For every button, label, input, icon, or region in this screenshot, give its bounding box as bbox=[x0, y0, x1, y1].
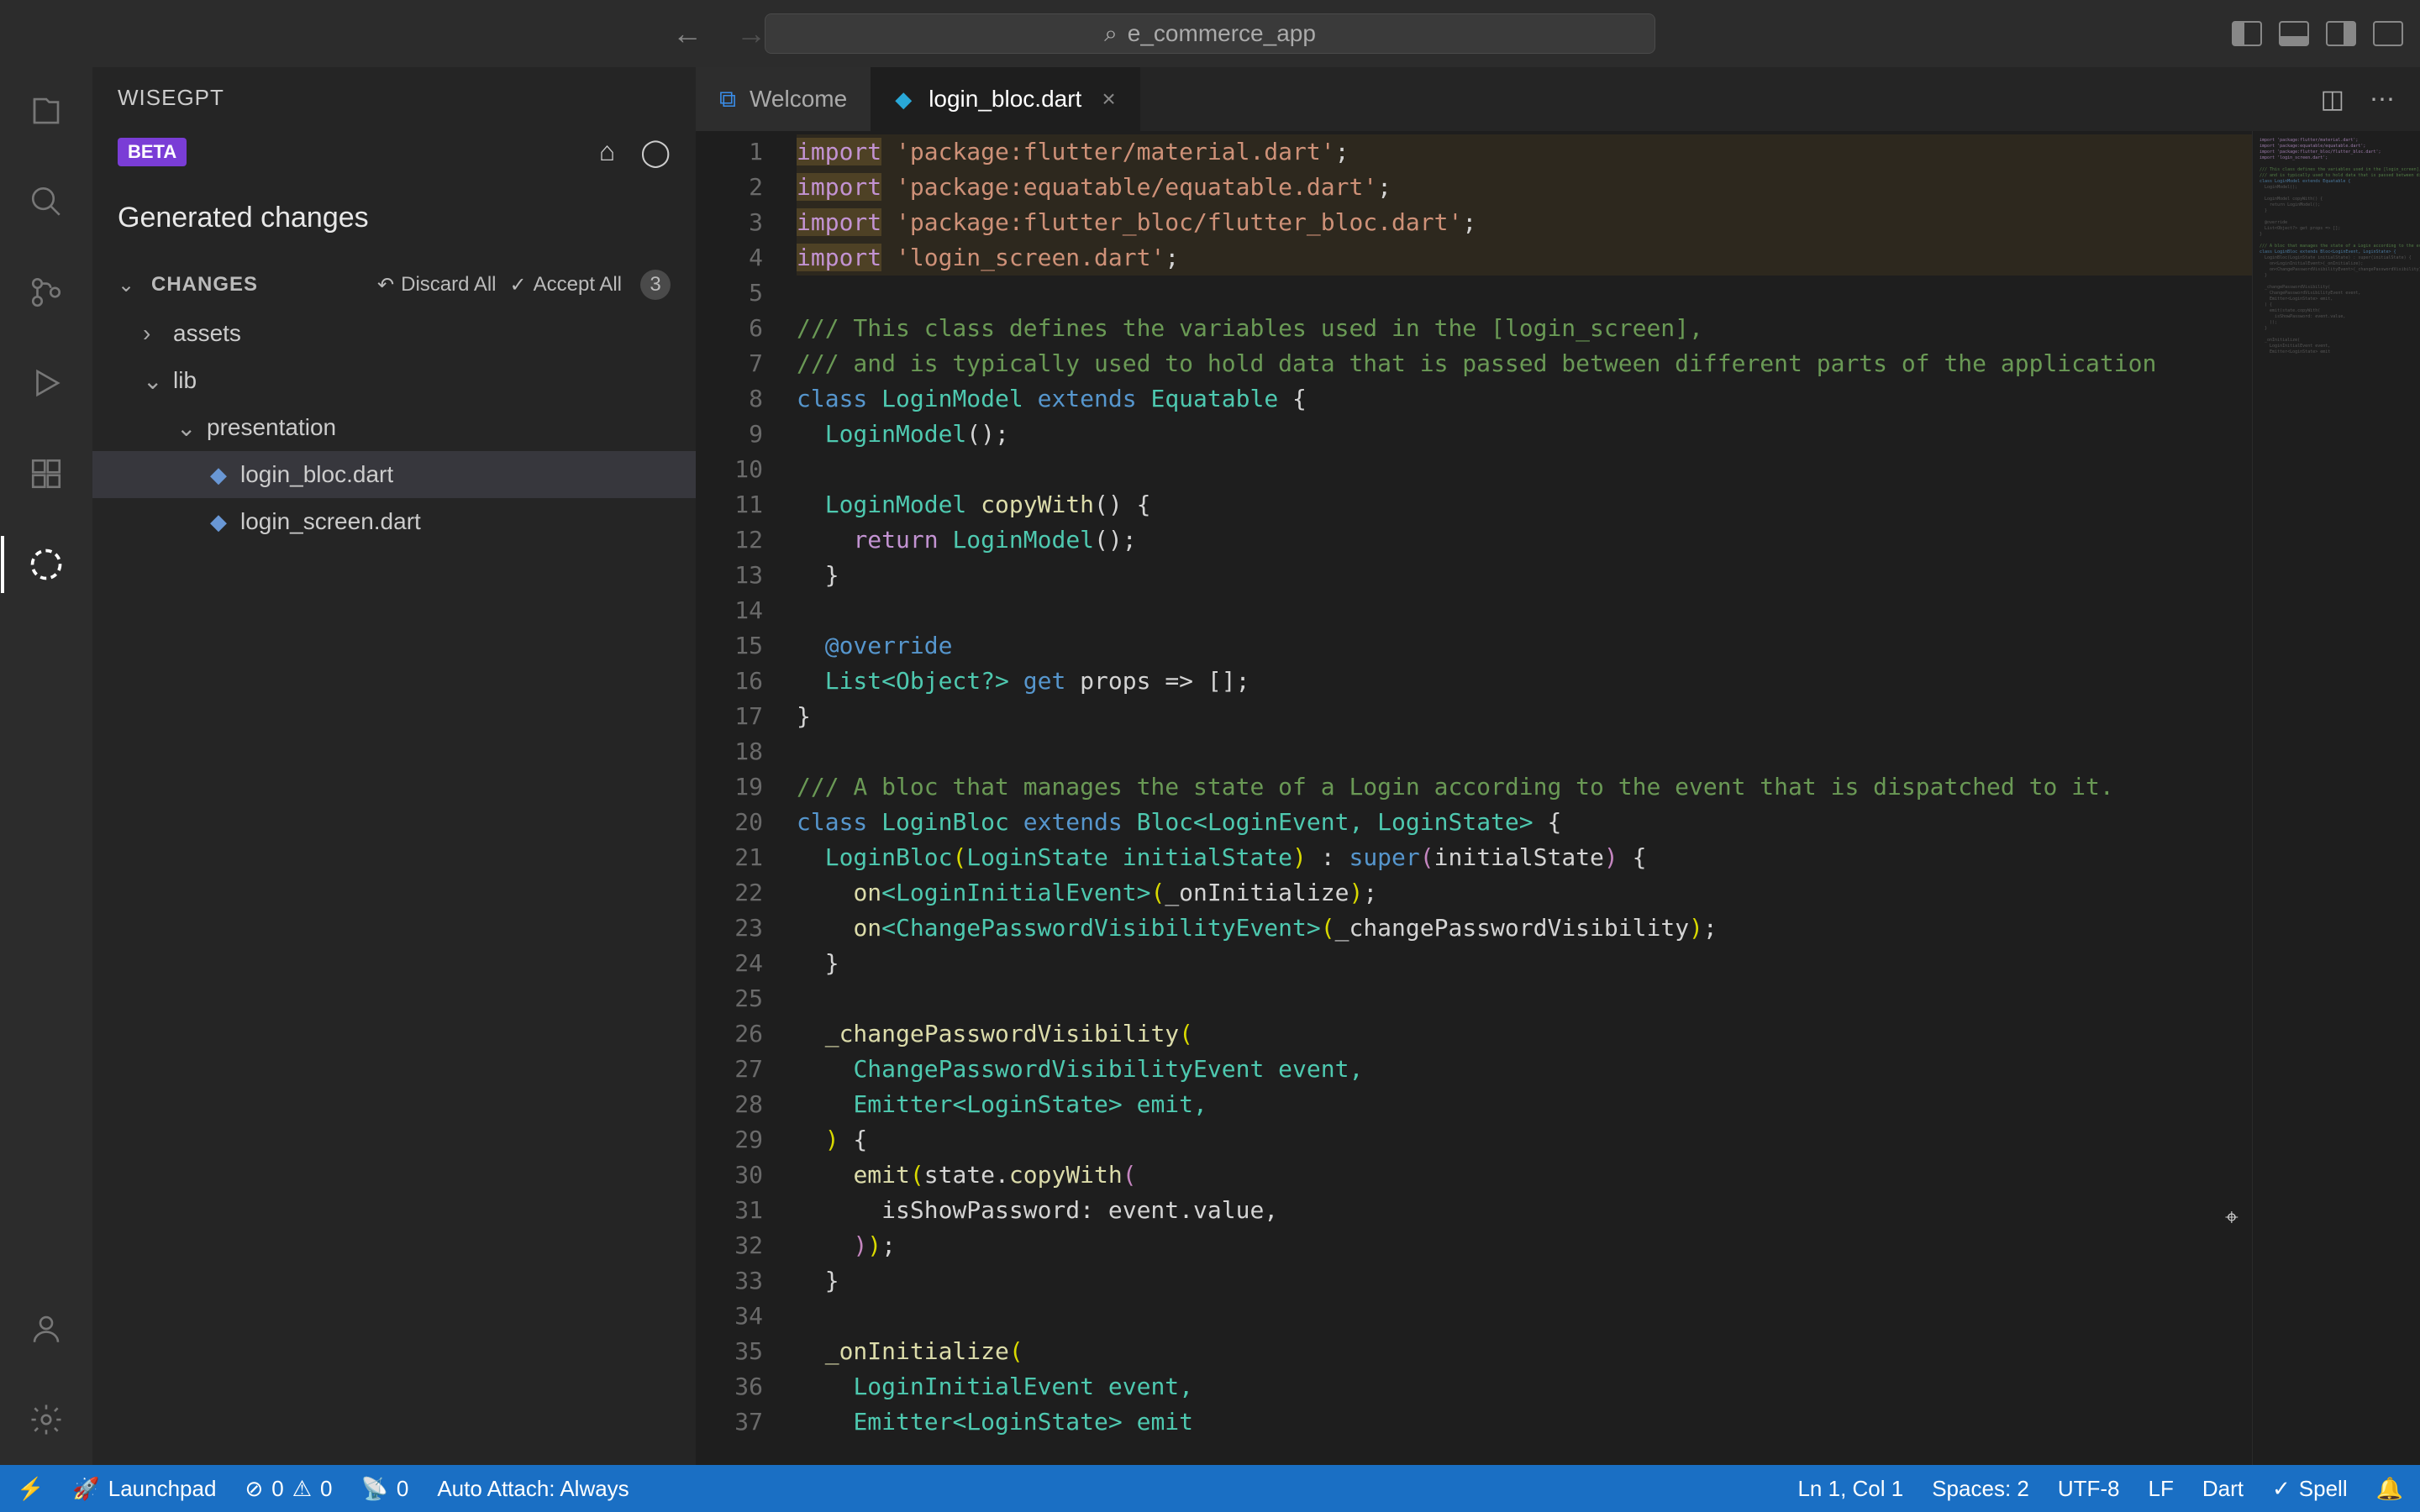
notifications-icon[interactable]: 🔔 bbox=[2376, 1476, 2403, 1502]
beta-badge: BETA bbox=[118, 138, 187, 166]
status-bar: ⚡ 🚀 Launchpad ⊘ 0 ⚠ 0 📡 0 Auto Attach: A… bbox=[0, 1465, 2420, 1512]
dart-file-icon: ◆ bbox=[210, 509, 227, 535]
toggle-primary-sidebar-icon[interactable] bbox=[2232, 21, 2262, 46]
nav-forward-icon[interactable]: → bbox=[736, 16, 766, 51]
search-text: e_commerce_app bbox=[1128, 20, 1316, 47]
auto-attach-button[interactable]: Auto Attach: Always bbox=[437, 1476, 629, 1502]
code-content[interactable]: import 'package:flutter/material.dart';i… bbox=[797, 131, 2420, 1465]
tree-file-login-bloc[interactable]: ◆ login_bloc.dart bbox=[92, 451, 696, 498]
editor-area: ⧉ Welcome ◆ login_bloc.dart × ◫ ⋯ 123456… bbox=[696, 67, 2420, 1465]
changes-tree: › assets ⌄ lib ⌄ presentation ◆ login_bl… bbox=[92, 310, 696, 545]
chevron-down-icon: ⌄ bbox=[143, 367, 163, 395]
chevron-right-icon: › bbox=[143, 320, 163, 347]
extensions-icon[interactable] bbox=[26, 454, 66, 494]
cursor-position[interactable]: Ln 1, Col 1 bbox=[1797, 1476, 1903, 1502]
tab-bar: ⧉ Welcome ◆ login_bloc.dart × ◫ ⋯ bbox=[696, 67, 2420, 131]
more-actions-icon[interactable]: ⋯ bbox=[2370, 85, 2395, 114]
tree-file-login-screen[interactable]: ◆ login_screen.dart bbox=[92, 498, 696, 545]
search-icon[interactable] bbox=[26, 181, 66, 222]
tree-folder-assets[interactable]: › assets bbox=[92, 310, 696, 357]
toggle-panel-icon[interactable] bbox=[2279, 21, 2309, 46]
ports-button[interactable]: 📡 0 bbox=[360, 1476, 408, 1502]
command-center[interactable]: ⌕ e_commerce_app bbox=[765, 13, 1655, 54]
tree-folder-lib[interactable]: ⌄ lib bbox=[92, 357, 696, 404]
dart-file-icon: ◆ bbox=[895, 87, 912, 113]
vscode-icon: ⧉ bbox=[719, 86, 736, 113]
activity-bar bbox=[0, 67, 92, 1465]
language-mode-button[interactable]: Dart bbox=[2202, 1476, 2244, 1502]
minimap[interactable]: import 'package:flutter/material.dart'; … bbox=[2252, 131, 2420, 1465]
indent-button[interactable]: Spaces: 2 bbox=[1932, 1476, 2029, 1502]
tab-login-bloc[interactable]: ◆ login_bloc.dart × bbox=[871, 67, 1139, 131]
eol-button[interactable]: LF bbox=[2149, 1476, 2174, 1502]
run-debug-icon[interactable] bbox=[26, 363, 66, 403]
profile-icon[interactable]: ◯ bbox=[640, 136, 671, 168]
split-editor-icon[interactable]: ◫ bbox=[2321, 85, 2344, 114]
source-control-icon[interactable] bbox=[26, 272, 66, 312]
launchpad-button[interactable]: 🚀 Launchpad bbox=[72, 1476, 216, 1502]
changes-label: CHANGES bbox=[151, 273, 258, 297]
encoding-button[interactable]: UTF-8 bbox=[2058, 1476, 2120, 1502]
mouse-cursor-icon: ⌖ bbox=[2225, 1200, 2238, 1235]
problems-button[interactable]: ⊘ 0 ⚠ 0 bbox=[245, 1476, 332, 1502]
explorer-icon[interactable] bbox=[26, 91, 66, 131]
change-count-badge: 3 bbox=[640, 270, 671, 300]
spell-check-button[interactable]: ✓ Spell bbox=[2272, 1476, 2348, 1502]
title-bar: ← → ⌕ e_commerce_app bbox=[0, 0, 2420, 67]
tree-folder-presentation[interactable]: ⌄ presentation bbox=[92, 404, 696, 451]
sidebar-panel: WISEGPT BETA ⌂ ◯ Generated changes ⌄ CHA… bbox=[92, 67, 696, 1465]
chevron-down-icon: ⌄ bbox=[176, 414, 197, 442]
close-tab-icon[interactable]: × bbox=[1102, 86, 1115, 113]
customize-layout-icon[interactable] bbox=[2373, 21, 2403, 46]
remote-indicator[interactable]: ⚡ bbox=[17, 1476, 44, 1502]
chevron-down-icon[interactable]: ⌄ bbox=[118, 273, 138, 297]
accept-all-button[interactable]: ✓ Accept All bbox=[510, 273, 623, 297]
tab-welcome[interactable]: ⧉ Welcome bbox=[696, 67, 871, 131]
home-icon[interactable]: ⌂ bbox=[599, 136, 615, 168]
toggle-secondary-sidebar-icon[interactable] bbox=[2326, 21, 2356, 46]
dart-file-icon: ◆ bbox=[210, 462, 227, 488]
nav-back-icon[interactable]: ← bbox=[672, 16, 702, 51]
discard-all-button[interactable]: ↶ Discard All bbox=[377, 273, 496, 297]
sidebar-extension-name: WISEGPT bbox=[92, 67, 696, 128]
accounts-icon[interactable] bbox=[26, 1309, 66, 1349]
search-icon: ⌕ bbox=[1104, 20, 1118, 48]
settings-gear-icon[interactable] bbox=[26, 1399, 66, 1440]
generated-changes-title: Generated changes bbox=[92, 185, 696, 260]
line-number-gutter: 1234567891011121314151617181920212223242… bbox=[696, 131, 797, 1465]
code-editor[interactable]: 1234567891011121314151617181920212223242… bbox=[696, 131, 2420, 1465]
wisegpt-extension-icon[interactable] bbox=[26, 544, 66, 585]
